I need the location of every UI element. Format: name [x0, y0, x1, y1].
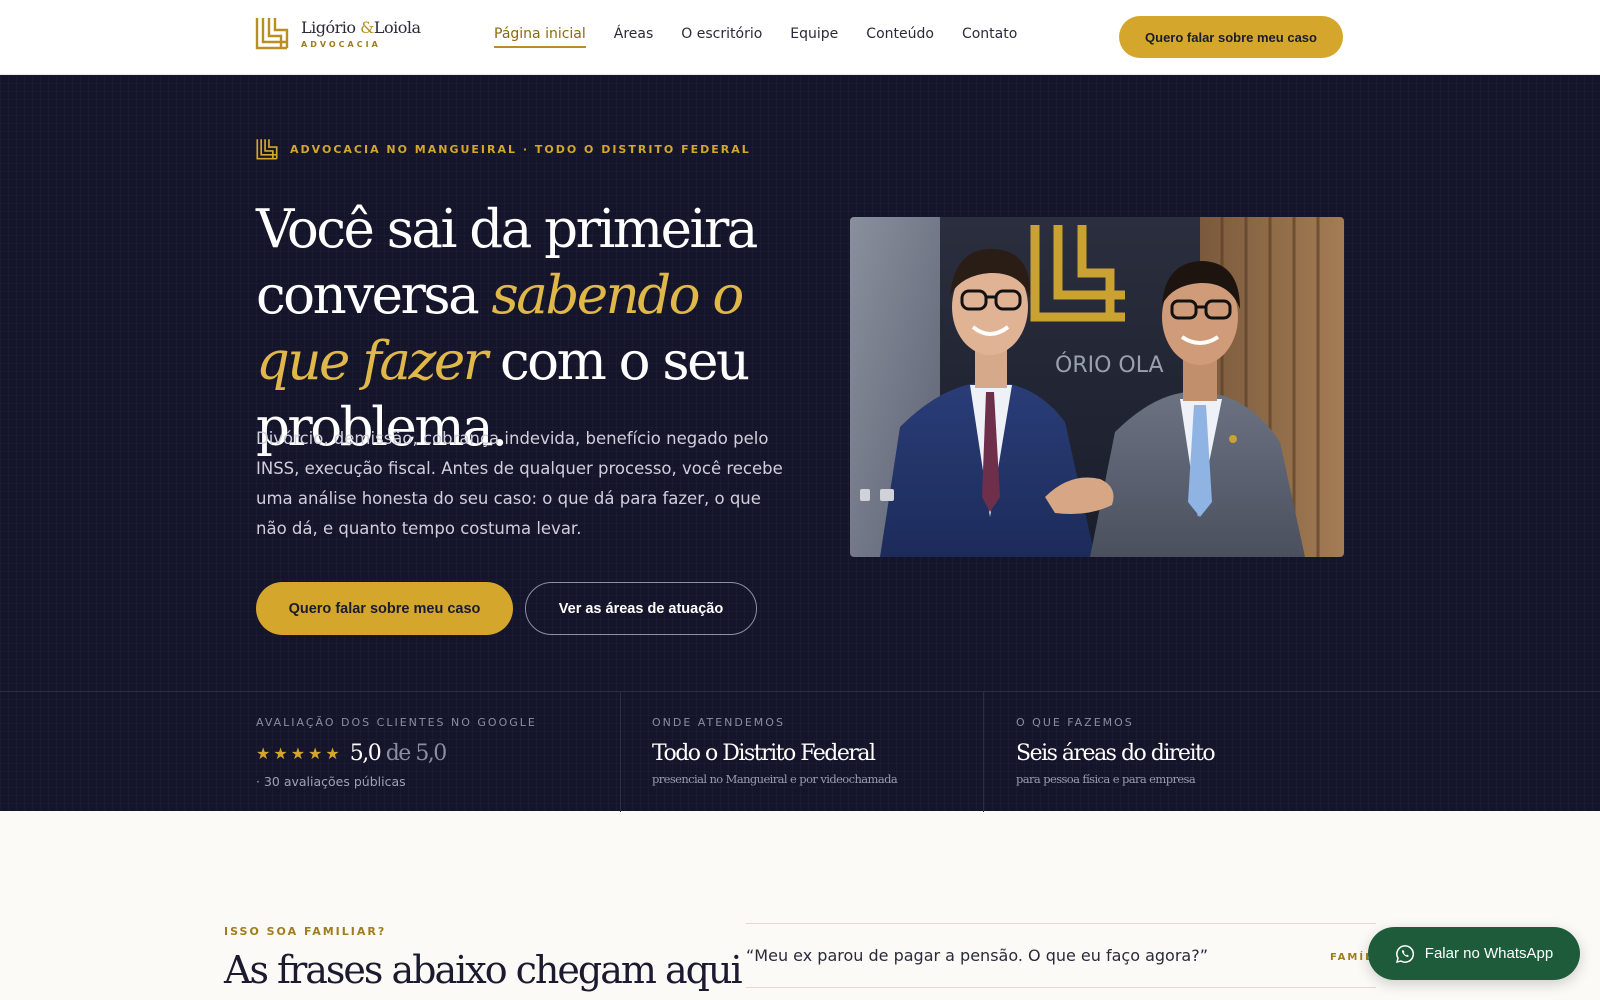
- stat-location: ONDE ATENDEMOS Todo o Distrito Federal p…: [620, 692, 982, 812]
- rating-stars: ★ ★ ★ ★ ★: [256, 743, 340, 763]
- nav-item-office[interactable]: O escritório: [681, 26, 762, 48]
- section-title: As frases abaixo chegam aqui: [224, 948, 743, 992]
- stat-services: O QUE FAZEMOS Seis áreas do direito para…: [983, 692, 1363, 812]
- nav-item-home[interactable]: Página inicial: [494, 26, 586, 48]
- hero-eyebrow-text: ADVOCACIA NO MANGUEIRAL · TODO O DISTRIT…: [290, 142, 751, 156]
- main-nav: Página inicial Áreas O escritório Equipe…: [494, 26, 1017, 48]
- logo-name: Ligório &Loiola: [301, 17, 421, 37]
- star-icon: ★: [290, 743, 306, 763]
- star-icon: ★: [256, 743, 271, 763]
- whatsapp-icon: [1395, 944, 1414, 963]
- hero-secondary-button[interactable]: Ver as áreas de atuação: [525, 582, 757, 635]
- nav-item-team[interactable]: Equipe: [790, 26, 838, 48]
- stats-bar: AVALIAÇÃO DOS CLIENTES NO GOOGLE ★ ★ ★ ★…: [0, 691, 1600, 812]
- quote-text: “Meu ex parou de pagar a pensão. O que e…: [746, 946, 1209, 965]
- stat-location-value: Todo o Distrito Federal: [652, 741, 876, 766]
- whatsapp-button[interactable]: Falar no WhatsApp: [1368, 927, 1580, 980]
- nav-item-areas[interactable]: Áreas: [614, 26, 654, 48]
- star-icon: ★: [273, 743, 288, 763]
- logo-subtitle: ADVOCACIA: [301, 39, 381, 49]
- site-header: Ligório &Loiola ADVOCACIA Página inicial…: [0, 0, 1600, 75]
- rating-count: · 30 avaliações públicas: [256, 774, 406, 789]
- svg-text:ÓRIO OLA: ÓRIO OLA: [1055, 352, 1164, 378]
- quote-item[interactable]: “Meu ex parou de pagar a pensão. O que e…: [746, 923, 1377, 988]
- logo-mark-icon: [256, 139, 278, 160]
- hero-title: Você sai da primeira conversa sabendo o …: [256, 199, 758, 458]
- stat-services-note: para pessoa física e para empresa: [1016, 772, 1196, 786]
- whatsapp-label: Falar no WhatsApp: [1424, 945, 1554, 962]
- rating-value: 5,0 de 5,0: [349, 741, 448, 766]
- star-icon: ★: [325, 743, 340, 763]
- section-eyebrow: ISSO SOA FAMILIAR?: [224, 925, 387, 938]
- hero-section: ADVOCACIA NO MANGUEIRAL · TODO O DISTRIT…: [0, 75, 1600, 812]
- stat-location-label: ONDE ATENDEMOS: [652, 716, 785, 729]
- star-icon: ★: [308, 743, 323, 763]
- logo[interactable]: Ligório &Loiola ADVOCACIA: [255, 16, 421, 50]
- logo-mark-icon: [255, 18, 289, 50]
- team-handshake-photo: ÓRIO OLA: [850, 217, 1344, 557]
- stat-rating: AVALIAÇÃO DOS CLIENTES NO GOOGLE ★ ★ ★ ★…: [256, 692, 619, 812]
- hero-description: Divórcio, demissão, cobrança indevida, b…: [256, 429, 783, 538]
- header-cta-button[interactable]: Quero falar sobre meu caso: [1119, 16, 1343, 58]
- stat-services-value: Seis áreas do direito: [1016, 741, 1216, 766]
- stat-rating-label: AVALIAÇÃO DOS CLIENTES NO GOOGLE: [256, 716, 537, 729]
- stat-services-label: O QUE FAZEMOS: [1016, 716, 1134, 729]
- hero-primary-button[interactable]: Quero falar sobre meu caso: [256, 582, 513, 635]
- nav-item-content[interactable]: Conteúdo: [866, 26, 934, 48]
- nav-item-contact[interactable]: Contato: [962, 26, 1017, 48]
- stat-location-note: presencial no Mangueiral e por videocham…: [652, 772, 898, 786]
- hero-eyebrow: ADVOCACIA NO MANGUEIRAL · TODO O DISTRIT…: [256, 138, 751, 160]
